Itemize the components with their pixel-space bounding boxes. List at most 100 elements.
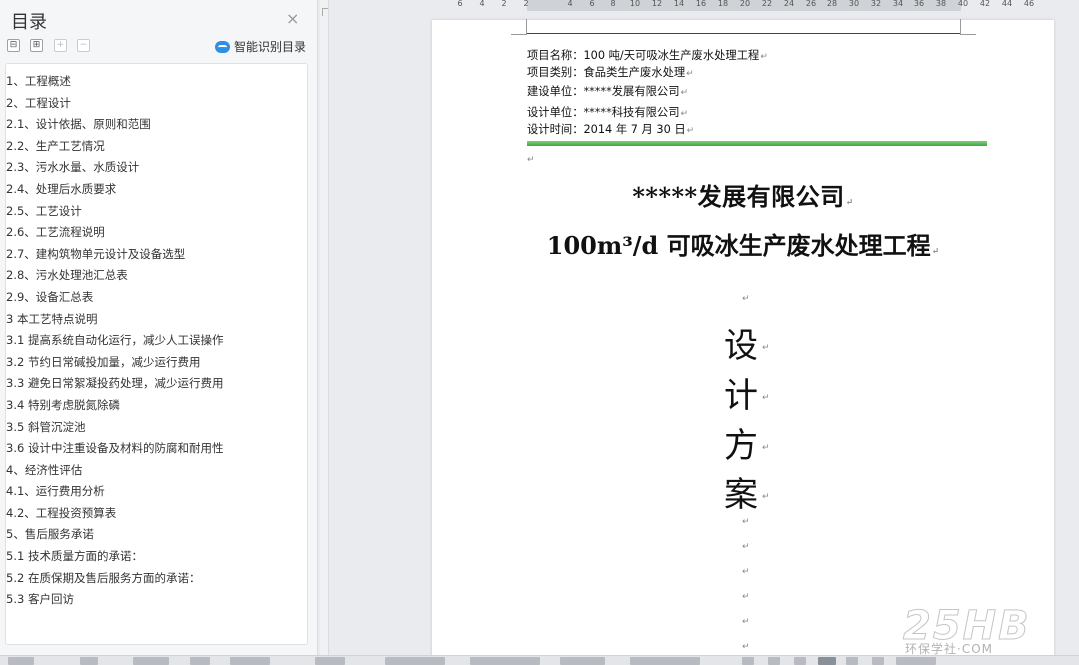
toc-item[interactable]: 2.9、设备汇总表 (6, 287, 307, 309)
toc-item[interactable]: 3.1 提高系统自动化运行，减少人工误操作 (6, 330, 307, 352)
status-item[interactable] (8, 657, 34, 665)
view-icon[interactable] (794, 657, 806, 665)
ruler-tick-label: 6 (457, 0, 463, 8)
ruler-tick-label: 12 (651, 0, 663, 8)
zoom-control[interactable] (896, 657, 936, 665)
toc-item[interactable]: 3.4 特别考虑脱氮除磷 (6, 395, 307, 417)
project-title: 100m³/d 可吸冰生产废水处理工程↵ (432, 226, 1054, 261)
paragraph-mark-icon: ↵ (760, 52, 768, 62)
project-type-line: 项目类别：食品类生产废水处理↵ (527, 64, 694, 80)
ruler-tick-label: 10 (629, 0, 641, 8)
designer-line: 设计单位：*****科技有限公司↵ (527, 104, 688, 120)
toc-item[interactable]: 5、售后服务承诺 (6, 524, 307, 546)
ruler-tick-label: 42 (979, 0, 991, 8)
vertical-scrollbar[interactable] (1060, 11, 1079, 655)
paragraph-mark-icon: ↵ (742, 517, 750, 527)
view-icon[interactable] (846, 657, 858, 665)
status-item[interactable] (560, 657, 605, 665)
toc-item[interactable]: 5.3 客户回访 (6, 589, 307, 611)
toc-item[interactable]: 2.4、处理后水质要求 (6, 179, 307, 201)
margin-corner-tl (511, 19, 527, 35)
globe-icon[interactable] (872, 657, 884, 665)
toc-sidebar: 目录 × ⊟ ⊞ + − 智能识别目录 1、工程概述 2、工程设计 2.1、设计依据… (0, 0, 318, 655)
vertical-ruler (320, 0, 329, 655)
status-item[interactable] (630, 657, 700, 665)
status-item[interactable] (80, 657, 98, 665)
green-divider (527, 141, 987, 146)
toc-item[interactable]: 2.1、设计依据、原则和范围 (6, 114, 307, 136)
ruler-tick-label: 2 (501, 0, 507, 8)
project-name: 项目名称：100 吨/天可吸冰生产废水处理工程 (527, 49, 760, 62)
toc-item[interactable]: 5.1 技术质量方面的承诺： (6, 546, 307, 568)
collapse-all-icon[interactable]: ⊟ (7, 39, 20, 52)
toc-item[interactable]: 2.6、工艺流程说明 (6, 222, 307, 244)
ruler-tick-label: 18 (717, 0, 729, 8)
project-title-text: 100m³/d 可吸冰生产废水处理工程 (546, 231, 931, 260)
toc-item[interactable]: 4.2、工程投资预算表 (6, 503, 307, 525)
toc-item[interactable]: 3.2 节约日常碱投加量，减少运行费用 (6, 352, 307, 374)
paragraph-mark-icon: ↵ (931, 247, 940, 257)
ruler-tick-label: 34 (892, 0, 904, 8)
paragraph-mark-icon: ↵ (680, 88, 689, 98)
status-item[interactable] (133, 657, 169, 665)
toc-item[interactable]: 3 本工艺特点说明 (6, 309, 307, 331)
toc-item[interactable]: 2、工程设计 (6, 93, 307, 115)
ruler-tick-label: 28 (826, 0, 838, 8)
status-item[interactable] (385, 657, 445, 665)
paragraph-mark-icon: ↵ (762, 492, 770, 502)
ruler-tick-label: 8 (610, 0, 616, 8)
view-icon[interactable] (768, 657, 780, 665)
ruler-tick-label: 40 (957, 0, 969, 8)
remove-item-icon[interactable]: − (77, 39, 90, 52)
ruler-tick-label: 4 (479, 0, 485, 8)
paragraph-mark-icon: ↵ (845, 198, 854, 208)
paragraph-mark-icon: ↵ (742, 592, 750, 602)
ruler-tick-label: 46 (1023, 0, 1035, 8)
paragraph-mark-icon: ↵ (527, 155, 535, 165)
status-item[interactable] (470, 657, 540, 665)
designer: 设计单位：*****科技有限公司 (527, 106, 680, 119)
close-icon[interactable]: × (286, 9, 299, 28)
toc-item[interactable]: 1、工程概述 (6, 71, 307, 93)
toc-item[interactable]: 4、经济性评估 (6, 460, 307, 482)
toc-item[interactable]: 3.3 避免日常絮凝投药处理，减少运行费用 (6, 373, 307, 395)
status-item[interactable] (190, 657, 210, 665)
ruler-tick-label: 36 (913, 0, 925, 8)
document-page[interactable]: 项目名称：100 吨/天可吸冰生产废水处理工程↵ 项目类别：食品类生产废水处理↵… (432, 19, 1054, 660)
vertical-title-char: 计 (724, 376, 758, 416)
toc-item[interactable]: 2.5、工艺设计 (6, 201, 307, 223)
toc-item[interactable]: 2.3、污水水量、水质设计 (6, 157, 307, 179)
company-title: *****发展有限公司↵ (432, 177, 1054, 212)
status-item[interactable] (230, 657, 270, 665)
horizontal-ruler[interactable]: 6 4 2 2 4 6 8 10 12 14 16 18 20 22 24 26 28 30 32 34 36 38 40 4… (330, 0, 1079, 11)
toc-item[interactable]: 3.5 斜管沉淀池 (6, 417, 307, 439)
toc-panel: 1、工程概述 2、工程设计 2.1、设计依据、原则和范围 2.2、生产工艺情况 2.3、… (5, 63, 308, 645)
margin-corner-tr (960, 19, 976, 35)
toc-item[interactable]: 2.7、建构筑物单元设计及设备选型 (6, 244, 307, 266)
view-icon[interactable] (742, 657, 754, 665)
add-item-icon[interactable]: + (54, 39, 67, 52)
paragraph-mark-icon: ↵ (762, 443, 770, 453)
toc-item[interactable]: 4.1、运行费用分析 (6, 481, 307, 503)
design-time-line: 设计时间：2014 年 7 月 30 日↵ (527, 121, 694, 137)
toc-item[interactable]: 2.8、污水处理池汇总表 (6, 265, 307, 287)
ruler-tick-label: 20 (739, 0, 751, 8)
header-rule (527, 33, 960, 34)
paragraph-mark-icon: ↵ (742, 294, 750, 304)
status-item[interactable] (315, 657, 345, 665)
paragraph-mark-icon: ↵ (742, 542, 750, 552)
paragraph-mark-icon: ↵ (680, 109, 689, 119)
smart-toc-button[interactable]: 智能识别目录 (215, 38, 306, 55)
ruler-tick-label: 32 (870, 0, 882, 8)
toc-item[interactable]: 2.2、生产工艺情况 (6, 136, 307, 158)
vertical-title-char: 设 (724, 326, 758, 366)
smart-toc-label: 智能识别目录 (234, 40, 307, 54)
toc-item[interactable]: 3.6 设计中注重设备及材料的防腐和耐用性 (6, 438, 307, 460)
toc-item[interactable]: 5.2 在质保期及售后服务方面的承诺： (6, 568, 307, 590)
ruler-tick-label: 14 (673, 0, 685, 8)
design-time: 设计时间：2014 年 7 月 30 日 (527, 123, 686, 136)
page-view-icon[interactable] (818, 657, 836, 665)
expand-all-icon[interactable]: ⊞ (30, 39, 43, 52)
ruler-tick-label: 30 (848, 0, 860, 8)
builder: 建设单位：*****发展有限公司 (527, 85, 680, 98)
